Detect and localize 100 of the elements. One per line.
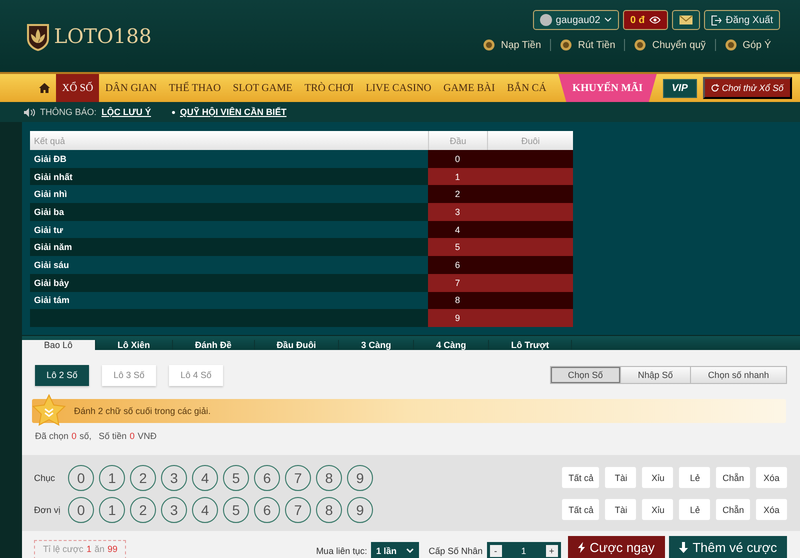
- digit-ball[interactable]: 2: [130, 496, 156, 523]
- digit-ball[interactable]: 5: [223, 464, 249, 491]
- bet-now-button[interactable]: Cược ngay: [568, 536, 665, 558]
- digit-ball[interactable]: 3: [161, 496, 187, 523]
- nav-menu-item[interactable]: BẮN CÁ: [501, 74, 552, 102]
- digit-ball[interactable]: 4: [192, 496, 218, 523]
- header-link[interactable]: Nạp Tiền: [500, 40, 542, 50]
- bet-tab[interactable]: Bao Lô: [22, 340, 96, 350]
- nav-menu-item[interactable]: SLOT GAME: [226, 74, 298, 102]
- nav-menu-item[interactable]: THỂ THAO: [162, 74, 227, 102]
- header-link[interactable]: Rút Tiền: [578, 40, 616, 50]
- head-digit-cell: 5: [428, 238, 487, 256]
- head-digit-cell: 7: [428, 274, 487, 292]
- amount-value: 0: [130, 430, 135, 441]
- column-header: Đầu: [428, 131, 487, 150]
- digit-ball[interactable]: 7: [285, 464, 311, 491]
- quick-pick-button[interactable]: Tài: [605, 499, 636, 520]
- quick-pick-button[interactable]: Xóa: [756, 467, 787, 488]
- digit-ball[interactable]: 8: [316, 464, 342, 491]
- quick-pick-button[interactable]: Chẵn: [716, 499, 750, 520]
- bet-tab[interactable]: Đánh Đề: [173, 340, 255, 350]
- summary-text: VNĐ: [138, 430, 157, 441]
- nav-menu-item[interactable]: TRÒ CHƠI: [298, 74, 360, 102]
- vip-badge[interactable]: VIP: [662, 78, 697, 98]
- nav-menu-item[interactable]: DÂN GIAN: [99, 74, 163, 102]
- column-header: Đuôi: [487, 131, 573, 150]
- digit-ball[interactable]: 6: [254, 496, 280, 523]
- quick-pick-button[interactable]: Lẻ: [679, 499, 710, 520]
- input-mode-button[interactable]: Nhập Số: [620, 367, 690, 384]
- bet-type-button[interactable]: Lô 3 Số: [102, 364, 156, 386]
- multiplier-label: Cấp Số Nhân: [428, 546, 483, 556]
- head-digit-cell: 2: [428, 185, 487, 204]
- notice-link[interactable]: LỘC LƯU Ý: [102, 107, 151, 117]
- digit-ball[interactable]: 5: [223, 496, 249, 523]
- header-link[interactable]: Chuyển quỹ: [652, 40, 706, 50]
- multiplier-input[interactable]: 1: [504, 542, 543, 558]
- bet-type-button[interactable]: Lô 2 Số: [35, 364, 89, 386]
- prize-cell: Giải nhất: [30, 168, 428, 186]
- head-digit-cell: 1: [428, 168, 487, 186]
- user-menu-button[interactable]: gaugau02: [532, 10, 620, 30]
- promotions-tab[interactable]: KHUYẾN MÃI: [558, 74, 657, 102]
- quick-pick-button[interactable]: Xóa: [756, 499, 787, 520]
- notice-link[interactable]: QUỸ HỘI VIÊN CẦN BIẾT: [180, 107, 286, 117]
- nav-menu-item[interactable]: GAME BÀI: [437, 74, 502, 102]
- logo-text: LOTO188: [54, 24, 152, 48]
- balance-button[interactable]: 0 đ: [623, 10, 668, 30]
- add-ticket-button[interactable]: Thêm vé cược: [668, 536, 787, 558]
- quick-pick-button[interactable]: Tất cả: [562, 499, 600, 520]
- digit-ball[interactable]: 9: [347, 464, 373, 491]
- digit-ball[interactable]: 0: [68, 496, 94, 523]
- prize-cell: Giải bảy: [30, 274, 428, 292]
- digit-row-label: Đơn vị: [34, 504, 62, 515]
- digit-ball[interactable]: 6: [254, 464, 280, 491]
- digit-ball[interactable]: 8: [316, 496, 342, 523]
- quick-pick-button[interactable]: Xỉu: [642, 467, 674, 488]
- logout-button[interactable]: Đăng Xuất: [704, 10, 780, 30]
- bet-tab[interactable]: 3 Càng: [339, 340, 414, 350]
- decrease-button[interactable]: -: [486, 542, 505, 558]
- header-link[interactable]: Góp Ý: [742, 40, 771, 50]
- quick-pick-button[interactable]: Tài: [605, 467, 636, 488]
- hint-banner: Đánh 2 chữ số cuối trong các giải.: [32, 398, 786, 423]
- head-digit-cell: 0: [428, 150, 487, 168]
- nav-menu-item[interactable]: XỔ SỐ: [56, 74, 100, 102]
- head-digit-cell: 8: [428, 292, 487, 310]
- quick-pick-button[interactable]: Lẻ: [679, 467, 710, 488]
- nav-menu-item[interactable]: LIVE CASINO: [360, 74, 438, 102]
- bet-tab[interactable]: Lô Trượt: [489, 340, 572, 350]
- notice-label: THÔNG BÁO:: [40, 107, 97, 117]
- digit-ball[interactable]: 4: [192, 464, 218, 491]
- input-mode-button[interactable]: Chọn số nhanh: [690, 367, 786, 384]
- digit-ball[interactable]: 1: [99, 496, 125, 523]
- bet-tab[interactable]: Đầu Đuôi: [254, 340, 340, 350]
- prize-cell: Giải năm: [30, 238, 428, 256]
- bet-tab[interactable]: Lô Xiên: [96, 340, 174, 350]
- prize-cell: Giải ba: [30, 203, 428, 221]
- summary-text: số,: [80, 430, 92, 441]
- digit-ball[interactable]: 9: [347, 496, 373, 523]
- head-digit-cell: 9: [428, 309, 487, 327]
- digit-ball[interactable]: 1: [99, 464, 125, 491]
- bet-tab[interactable]: 4 Càng: [414, 340, 490, 350]
- digit-ball[interactable]: 3: [161, 464, 187, 491]
- bet-type-button[interactable]: Lô 4 Số: [169, 364, 223, 386]
- odds-box: Tỉ lệ cược 1 ăn 99: [34, 540, 126, 558]
- head-digit-cell: 4: [428, 220, 487, 238]
- digit-ball[interactable]: 0: [68, 464, 94, 491]
- repeat-select[interactable]: 1 lần: [371, 542, 419, 558]
- increase-button[interactable]: +: [542, 542, 561, 558]
- digit-ball[interactable]: 7: [285, 496, 311, 523]
- quick-pick-button[interactable]: Xỉu: [642, 499, 674, 520]
- column-header: Kết quả: [30, 131, 428, 150]
- quick-pick-button[interactable]: Tất cả: [562, 467, 600, 488]
- trial-lottery-button[interactable]: Chơi thử Xổ Số: [702, 77, 792, 99]
- repeat-label: Mua liên tục:: [316, 546, 368, 556]
- digit-ball[interactable]: 2: [130, 464, 156, 491]
- digit-row-label: Chục: [34, 472, 56, 483]
- summary-text: Số tiền: [98, 430, 127, 441]
- chosen-count: 0: [72, 430, 77, 441]
- summary-text: Đã chọn: [35, 430, 69, 441]
- quick-pick-button[interactable]: Chẵn: [716, 467, 750, 488]
- input-mode-button[interactable]: Chọn Số: [550, 367, 620, 384]
